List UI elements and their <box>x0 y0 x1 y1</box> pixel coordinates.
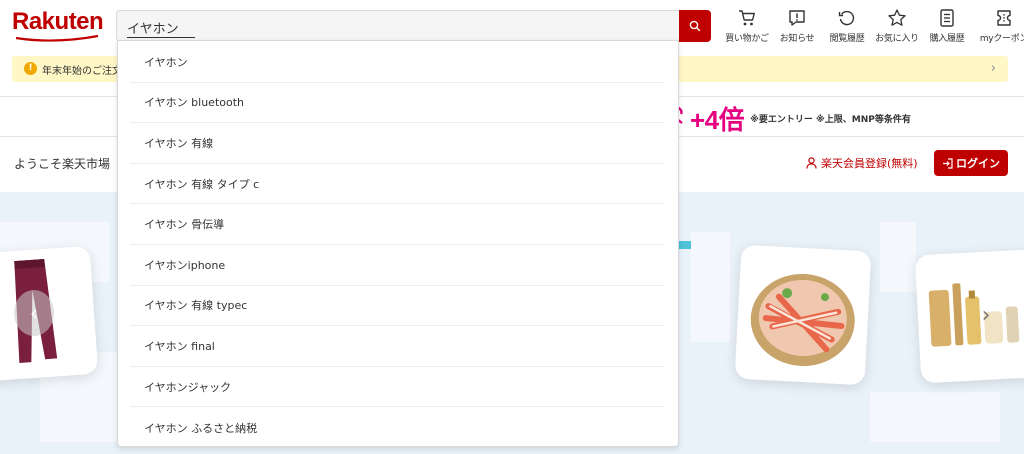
cart-button[interactable]: 買い物かご <box>722 8 772 44</box>
header-icon-bar: 買い物かご お知らせ 閲覧履歴 お気に入り 購入履歴 myクーポン <box>722 8 1024 44</box>
logo-swoosh-icon <box>15 34 99 42</box>
hero-decoration <box>870 392 1000 442</box>
notification-button[interactable]: お知らせ <box>772 8 822 44</box>
promo-multiplier: +4倍 <box>690 104 745 135</box>
hero-decoration <box>690 232 730 342</box>
suggestion-item[interactable]: イヤホン bluetooth <box>130 83 664 124</box>
login-icon <box>943 157 953 169</box>
notification-label: お知らせ <box>779 34 815 44</box>
rakuten-logo[interactable]: Rakuten <box>12 8 104 42</box>
suggestion-item[interactable]: イヤホン <box>130 42 664 83</box>
cart-label: 買い物かご <box>725 34 769 44</box>
warning-icon: ! <box>24 62 37 75</box>
promo-note: ※要エントリー ※上限、MNP等条件有 <box>750 114 911 125</box>
suggestion-item[interactable]: イヤホンジャック <box>130 367 664 408</box>
search-button[interactable] <box>679 10 711 42</box>
search-input[interactable] <box>127 17 667 37</box>
coupon-label: myクーポン <box>979 34 1024 44</box>
chevron-right-icon: › <box>990 61 996 76</box>
logo-text: Rakuten <box>12 8 104 35</box>
search-box <box>116 10 679 42</box>
coupon-icon <box>997 10 1011 26</box>
cart-icon <box>739 10 755 26</box>
suggestion-item[interactable]: イヤホン 有線 typec <box>130 286 664 327</box>
history-icon <box>838 10 855 26</box>
register-label: 楽天会員登録(無料) <box>821 157 918 170</box>
suggestion-item[interactable]: イヤホン 有線 <box>130 123 664 164</box>
chevron-right-icon: › <box>981 302 991 328</box>
notification-icon <box>789 10 805 26</box>
suggestion-item[interactable]: イヤホン 有線 タイプ c <box>130 164 664 205</box>
purchase-history-label: 購入履歴 <box>929 34 965 44</box>
carousel-prev-button[interactable]: ‹ <box>14 290 54 336</box>
purchase-history-button[interactable]: 購入履歴 <box>922 8 972 44</box>
suggestion-item[interactable]: イヤホン final <box>130 326 664 367</box>
receipt-icon <box>940 9 954 27</box>
star-icon <box>888 9 906 26</box>
welcome-text: ようこそ楽天市場 <box>14 157 111 171</box>
notice-text: 年末年始のご注文 <box>42 66 122 77</box>
search-suggestions-dropdown: イヤホン イヤホン bluetooth イヤホン 有線 イヤホン 有線 タイプ … <box>117 40 679 447</box>
hero-accent <box>677 241 691 249</box>
coupon-button[interactable]: myクーポン <box>972 8 1024 44</box>
crab-image <box>750 273 855 367</box>
history-label: 閲覧履歴 <box>829 34 865 44</box>
register-link[interactable]: 楽天会員登録(無料) <box>806 155 918 171</box>
promo-banner[interactable]: +4倍 ※要エントリー ※上限、MNP等条件有 <box>676 100 911 136</box>
login-label: ログイン <box>956 157 1000 170</box>
hero-decoration <box>880 222 916 292</box>
user-icon <box>806 157 817 169</box>
product-card-cosmetics[interactable] <box>914 248 1024 384</box>
favorites-button[interactable]: お気に入り <box>872 8 922 44</box>
search-icon <box>689 20 701 32</box>
history-button[interactable]: 閲覧履歴 <box>822 8 872 44</box>
cosmetics-image <box>928 283 1020 347</box>
product-card-crab[interactable] <box>734 244 872 386</box>
search-text-underline <box>127 37 195 38</box>
suggestion-item[interactable]: イヤホン 骨伝導 <box>130 204 664 245</box>
suggestion-item[interactable]: イヤホンiphone <box>130 245 664 286</box>
chevron-left-icon: ‹ <box>30 301 38 325</box>
login-button[interactable]: ログイン <box>934 150 1008 176</box>
favorites-label: お気に入り <box>875 34 919 44</box>
carousel-next-button[interactable]: › <box>974 300 998 330</box>
suggestion-item[interactable]: イヤホン ふるさと納税 <box>130 407 664 448</box>
